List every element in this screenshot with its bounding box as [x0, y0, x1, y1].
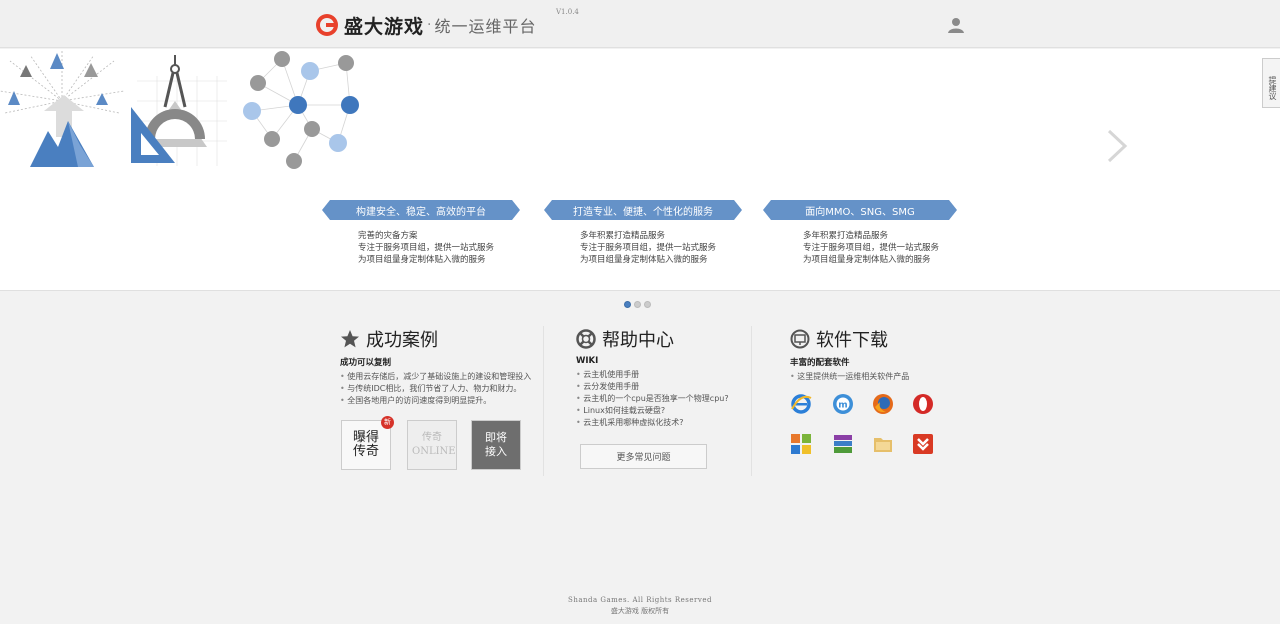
monitor-download-icon	[790, 329, 810, 349]
lifebuoy-icon	[576, 329, 596, 349]
feature-desc-3: 多年积累打造精品服务 专注于服务项目组，提供一站式服务 为项目组量身定制体贴入微…	[803, 231, 940, 265]
winrar-icon[interactable]	[832, 433, 854, 455]
download-heading: 软件下载	[790, 326, 970, 352]
carousel-dots	[624, 301, 651, 308]
feature-title-3: 面向MMO、SNG、SMG	[763, 200, 957, 220]
help-link[interactable]: Linux如何挂载云硬盘?	[576, 405, 746, 417]
opera-icon[interactable]	[912, 393, 934, 415]
case-thumb-game-1[interactable]: 曝得传奇 新	[341, 416, 394, 470]
download-section: 软件下载 丰富的配套软件 这里提供统一运维相关软件产品	[790, 326, 970, 383]
list-item: 这里提供统一运维相关软件产品	[790, 371, 970, 383]
carousel-dot-1[interactable]	[624, 301, 631, 308]
cases-section: 成功案例 成功可以复制 使用云存储后，减少了基础设施上的建设和管理投入 与传统I…	[340, 326, 540, 407]
list-item: 全国各地用户的访问速度得到明显提升。	[340, 395, 540, 407]
ie-icon[interactable]	[790, 393, 812, 415]
logo-brand: 盛大游戏	[344, 15, 425, 38]
section-divider	[543, 326, 544, 476]
logo[interactable]: 盛大游戏 · 统一运维平台	[316, 10, 536, 40]
star-icon	[341, 330, 359, 348]
svg-text:m: m	[838, 401, 847, 411]
logo-icon	[316, 14, 338, 36]
more-faq-button[interactable]: 更多常见问题	[580, 444, 707, 469]
case-thumb-game-2[interactable]: 传奇ONLINE	[407, 420, 457, 470]
help-link[interactable]: 云分发使用手册	[576, 381, 746, 393]
carousel-dot-3[interactable]	[644, 301, 651, 308]
help-section: 帮助中心 WIKI 云主机使用手册 云分发使用手册 云主机的一个cpu是否独享一…	[576, 326, 746, 429]
download-tool-icon[interactable]	[912, 433, 934, 455]
carousel-dot-2[interactable]	[634, 301, 641, 308]
version-label: V1.0.4	[556, 8, 579, 16]
cases-heading: 成功案例	[340, 326, 540, 352]
help-link[interactable]: 云主机使用手册	[576, 369, 746, 381]
list-item: 使用云存储后，减少了基础设施上的建设和管理投入	[340, 371, 540, 383]
feature-banner: 构建安全、稳定、高效的平台 完善的灾备方案 专注于服务项目组，提供一站式服务 为…	[0, 49, 1280, 291]
compass-ruler-illustration	[130, 55, 227, 166]
mountain-peak-illustration	[0, 51, 125, 167]
network-nodes-illustration	[242, 51, 359, 169]
feature-desc-2: 多年积累打造精品服务 专注于服务项目组，提供一站式服务 为项目组量身定制体贴入微…	[580, 231, 717, 265]
feature-title-1: 构建安全、稳定、高效的平台	[322, 200, 520, 220]
download-list: 这里提供统一运维相关软件产品	[790, 371, 970, 383]
user-icon[interactable]	[947, 16, 965, 34]
folder-icon[interactable]	[872, 433, 894, 455]
firefox-icon[interactable]	[872, 393, 894, 415]
help-list: 云主机使用手册 云分发使用手册 云主机的一个cpu是否独享一个物理cpu? Li…	[576, 369, 746, 429]
feature-title-2: 打造专业、便捷、个性化的服务	[544, 200, 742, 220]
help-subtitle: WIKI	[576, 356, 599, 366]
new-badge: 新	[381, 416, 394, 429]
next-arrow-icon[interactable]	[1106, 129, 1128, 163]
section-divider	[751, 326, 752, 476]
help-link[interactable]: 云主机采用哪种虚拟化技术?	[576, 417, 746, 429]
footer: Shanda Games. All Rights Reserved 盛大游戏 版…	[0, 595, 1280, 617]
footer-copyright-cn: 盛大游戏 版权所有	[610, 607, 670, 615]
maxthon-icon[interactable]: m	[832, 393, 854, 415]
help-link[interactable]: 云主机的一个cpu是否独享一个物理cpu?	[576, 393, 746, 405]
office-icon[interactable]	[790, 433, 812, 455]
feedback-tab[interactable]: 提建议	[1262, 58, 1280, 108]
logo-separator: ·	[427, 17, 432, 33]
cases-subtitle: 成功可以复制	[340, 358, 392, 368]
feature-desc-1: 完善的灾备方案 专注于服务项目组，提供一站式服务 为项目组量身定制体贴入微的服务	[358, 231, 495, 265]
logo-subtitle: 统一运维平台	[434, 17, 537, 36]
footer-copyright-en: Shanda Games. All Rights Reserved	[568, 596, 712, 604]
list-item: 与传统IDC相比，我们节省了人力、物力和财力。	[340, 383, 540, 395]
case-thumb-coming-soon[interactable]: 即将接入	[471, 420, 521, 470]
header: 盛大游戏 · 统一运维平台 V1.0.4	[0, 0, 1280, 48]
help-heading: 帮助中心	[576, 326, 746, 352]
download-subtitle: 丰富的配套软件	[790, 358, 850, 368]
cases-list: 使用云存储后，减少了基础设施上的建设和管理投入 与传统IDC相比，我们节省了人力…	[340, 371, 540, 407]
